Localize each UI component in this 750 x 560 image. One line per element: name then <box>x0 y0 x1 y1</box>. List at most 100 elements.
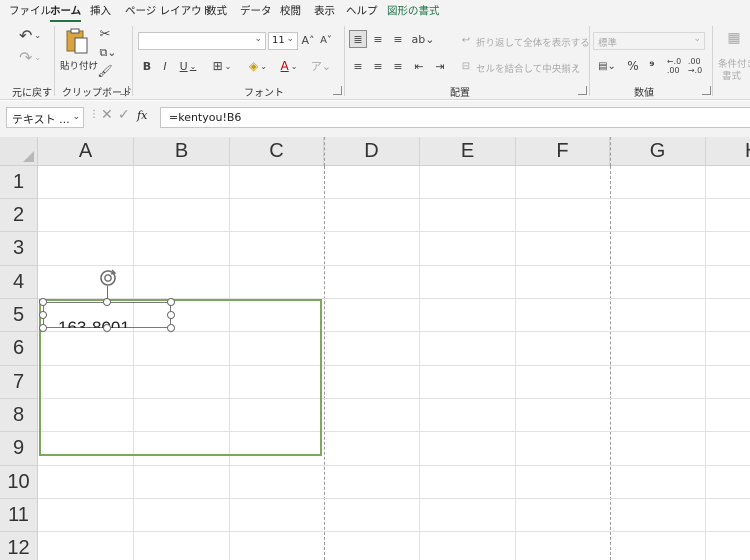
row-header-2[interactable]: 2 <box>0 199 38 232</box>
select-all-button[interactable] <box>0 137 38 166</box>
chevron-down-icon: ⌄ <box>254 34 262 44</box>
column-header-b[interactable]: B <box>134 137 230 166</box>
column-header-e[interactable]: E <box>420 137 516 166</box>
font-color-button[interactable]: A ⌄ <box>276 58 302 74</box>
row-header-7[interactable]: 7 <box>0 366 38 399</box>
tab-page-layout[interactable]: ページ レイアウト <box>125 4 212 20</box>
merge-chevron-icon[interactable]: ⌄ <box>573 60 580 69</box>
font-launcher-icon[interactable] <box>333 86 342 95</box>
enter-icon[interactable]: ✓ <box>118 107 130 123</box>
align-top-button[interactable]: ≣ <box>349 30 367 48</box>
row-header-4[interactable]: 4 <box>0 266 38 299</box>
font-group-label: フォント <box>244 88 284 99</box>
insert-function-button[interactable]: fx <box>137 109 147 122</box>
alignment-launcher-icon[interactable] <box>578 86 587 95</box>
worksheet-grid[interactable]: A B C D E F G H 1 2 3 4 5 6 7 8 9 10 11 … <box>0 132 750 560</box>
align-left-button[interactable]: ≡ <box>350 58 366 74</box>
border-button[interactable]: ⊞ ⌄ <box>206 58 238 74</box>
decrease-decimal-button[interactable]: .00 →.0 <box>686 57 704 75</box>
row-header-12[interactable]: 12 <box>0 532 38 560</box>
fill-color-button[interactable]: ◈ ⌄ <box>244 58 272 74</box>
increase-font-button[interactable]: A˄ <box>301 32 315 48</box>
percent-icon: % <box>627 59 639 73</box>
tab-file[interactable]: ファイル <box>9 4 51 20</box>
format-painter-button[interactable]: 🖌 <box>97 64 112 78</box>
undo-group-label: 元に戻す <box>12 88 52 99</box>
increase-indent-button[interactable]: ⇥ <box>432 58 448 74</box>
formula-input[interactable]: =kentyou!B6 <box>160 107 750 128</box>
number-format-value: 標準 <box>598 38 618 49</box>
column-header-h[interactable]: H <box>706 137 750 166</box>
redo-button[interactable]: ↷ ⌄ <box>14 47 46 67</box>
underline-button[interactable]: U ⌄ <box>176 58 200 74</box>
column-header-f[interactable]: F <box>516 137 610 166</box>
number-launcher-icon[interactable] <box>702 86 711 95</box>
bold-button[interactable]: B <box>140 58 154 74</box>
align-right-button[interactable]: ≡ <box>390 58 406 74</box>
align-center-button[interactable]: ≡ <box>370 58 386 74</box>
align-bottom-icon: ≡ <box>393 32 403 46</box>
resize-handle-ne[interactable] <box>167 298 175 306</box>
align-middle-button[interactable]: ≡ <box>370 31 386 47</box>
font-name-combo[interactable]: ⌄ <box>138 32 266 50</box>
copy-button[interactable]: ⧉⌄ <box>97 46 119 60</box>
indent-icon: ⇥ <box>435 59 445 73</box>
redo-icon: ↷ <box>18 47 33 67</box>
tab-home[interactable]: ホーム <box>50 4 82 22</box>
resize-handle-n[interactable] <box>103 298 111 306</box>
tab-review[interactable]: 校閲 <box>280 4 301 20</box>
orientation-button[interactable]: ab⌄ <box>411 31 435 47</box>
resize-handle-w[interactable] <box>39 311 47 319</box>
increase-decimal-button[interactable]: ←.0.00 <box>665 57 683 75</box>
tab-shape-format[interactable]: 図形の書式 <box>387 4 440 20</box>
row-header-3[interactable]: 3 <box>0 232 38 266</box>
undo-button[interactable]: ↶ ⌄ <box>14 25 46 45</box>
column-header-g[interactable]: G <box>610 137 706 166</box>
row-header-5[interactable]: 5 <box>0 299 38 332</box>
resize-handle-s[interactable] <box>103 324 111 332</box>
rotate-icon[interactable] <box>98 268 118 288</box>
wrap-text-button[interactable]: 折り返して全体を表示する <box>476 35 590 49</box>
row-header-8[interactable]: 8 <box>0 399 38 432</box>
decrease-font-button[interactable]: A˅ <box>319 32 333 48</box>
increase-decimal-icon: ←.0.00 <box>666 57 682 75</box>
resize-handle-sw[interactable] <box>39 324 47 332</box>
wrap-text-icon: ↩ <box>461 34 471 46</box>
resize-handle-nw[interactable] <box>39 298 47 306</box>
resize-handle-e[interactable] <box>167 311 175 319</box>
currency-button[interactable]: ▤⌄ <box>594 58 620 74</box>
paint-bucket-icon: ◈ <box>249 59 259 73</box>
clipboard-launcher-icon[interactable] <box>120 86 129 95</box>
column-header-c[interactable]: C <box>230 137 324 166</box>
row-header-11[interactable]: 11 <box>0 499 38 532</box>
row-header-9[interactable]: 9 <box>0 432 38 466</box>
comma-button[interactable]: ⁹ <box>645 58 659 74</box>
align-bottom-button[interactable]: ≡ <box>390 31 406 47</box>
merge-center-button[interactable]: セルを結合して中央揃え <box>476 61 580 75</box>
column-header-a[interactable]: A <box>38 137 134 166</box>
resize-handle-se[interactable] <box>167 324 175 332</box>
row-header-1[interactable]: 1 <box>0 166 38 199</box>
tab-view[interactable]: 表示 <box>314 4 335 20</box>
comma-icon: ⁹ <box>649 59 655 73</box>
tab-formulas[interactable]: 数式 <box>206 4 227 20</box>
decrease-indent-button[interactable]: ⇤ <box>411 58 427 74</box>
tab-data[interactable]: データ <box>240 4 272 20</box>
paste-button[interactable] <box>62 26 92 56</box>
tab-insert[interactable]: 挿入 <box>90 4 111 20</box>
phonetic-button[interactable]: ア⌄ <box>310 58 332 74</box>
grid-line <box>38 231 750 232</box>
font-size-combo[interactable]: 11 ⌄ <box>268 32 298 50</box>
number-format-combo[interactable]: 標準 ⌄ <box>593 32 705 50</box>
paste-chevron-icon[interactable]: ⌄ <box>88 58 95 67</box>
percent-button[interactable]: % <box>625 58 641 74</box>
tab-help[interactable]: ヘルプ <box>346 4 378 20</box>
cut-button[interactable]: ✂ <box>98 27 112 42</box>
cancel-icon[interactable]: ✕ <box>101 107 113 123</box>
undo-icon: ↶ <box>18 25 33 45</box>
column-header-d[interactable]: D <box>324 137 420 166</box>
row-header-10[interactable]: 10 <box>0 466 38 499</box>
row-header-6[interactable]: 6 <box>0 332 38 366</box>
italic-button[interactable]: I <box>158 58 172 74</box>
name-box[interactable]: テキスト ... ⌄ <box>6 107 84 128</box>
